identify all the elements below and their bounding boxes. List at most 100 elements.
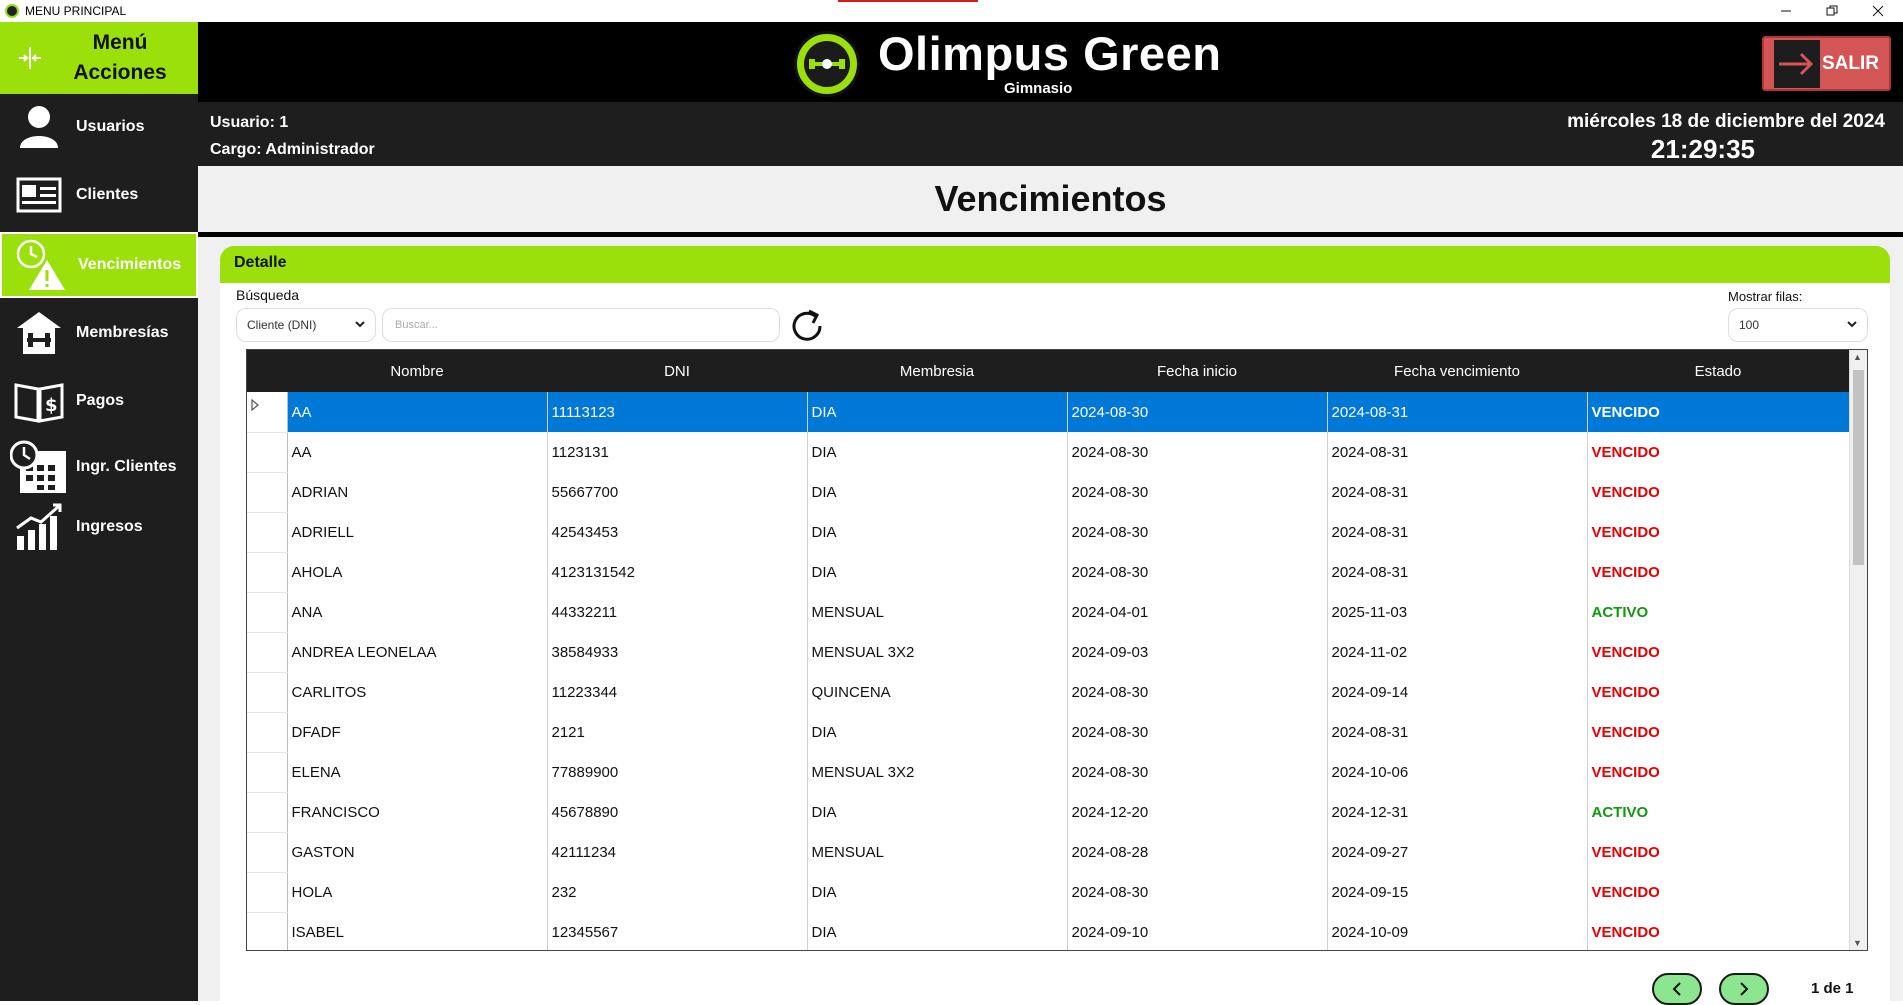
table-cell[interactable]: 38584933 (547, 632, 808, 672)
table-cell[interactable]: VENCIDO (1587, 432, 1850, 472)
table-cell[interactable]: 2024-08-31 (1327, 712, 1588, 752)
table-cell[interactable]: VENCIDO (1587, 392, 1850, 432)
table-cell[interactable]: 2024-09-03 (1067, 632, 1328, 672)
table-cell[interactable]: 2024-08-30 (1067, 552, 1328, 592)
table-cell[interactable]: VENCIDO (1587, 672, 1850, 712)
table-cell[interactable]: VENCIDO (1587, 872, 1850, 912)
table-cell[interactable]: DIA (807, 712, 1068, 752)
table-cell[interactable]: MENSUAL (807, 592, 1068, 632)
table-cell[interactable]: 1123131 (547, 432, 808, 472)
table-row[interactable]: GASTON 42111234 MENSUAL 2024-08-28 2024-09-2… (247, 832, 1850, 873)
table-cell[interactable]: DIA (807, 432, 1068, 472)
table-cell[interactable]: 2024-08-30 (1067, 432, 1328, 472)
table-cell[interactable]: VENCIDO (1587, 632, 1850, 672)
table-cell[interactable]: DIA (807, 552, 1068, 592)
sidebar-item-ingr-clientes[interactable]: Ingr. Clientes (0, 434, 198, 500)
row-header[interactable] (247, 712, 288, 753)
table-cell[interactable]: FRANCISCO (287, 792, 548, 832)
table-cell[interactable]: 2024-08-31 (1327, 552, 1588, 592)
table-cell[interactable]: DIA (807, 512, 1068, 552)
restore-icon[interactable] (1809, 0, 1855, 22)
table-cell[interactable]: 2024-11-02 (1327, 632, 1588, 672)
table-cell[interactable]: AHOLA (287, 552, 548, 592)
column-header[interactable]: DNI (547, 350, 807, 392)
table-row[interactable]: ELENA 77889900 MENSUAL 3X2 2024-08-30 2024-1… (247, 752, 1850, 793)
table-cell[interactable]: 2024-08-30 (1067, 392, 1328, 432)
table-cell[interactable]: 11223344 (547, 672, 808, 712)
table-cell[interactable]: 2024-08-30 (1067, 752, 1328, 792)
table-cell[interactable]: VENCIDO (1587, 912, 1850, 950)
table-cell[interactable]: 2024-08-31 (1327, 432, 1588, 472)
row-header[interactable] (247, 592, 288, 633)
table-cell[interactable]: 42111234 (547, 832, 808, 872)
table-cell[interactable]: 2121 (547, 712, 808, 752)
table-cell[interactable]: AA (287, 392, 548, 432)
table-cell[interactable]: VENCIDO (1587, 472, 1850, 512)
table-cell[interactable]: ADRIELL (287, 512, 548, 552)
row-header[interactable] (247, 512, 288, 553)
table-row[interactable]: DFADF 2121 DIA 2024-08-30 2024-08-31 VENCIDO (247, 712, 1850, 753)
table-cell[interactable]: VENCIDO (1587, 712, 1850, 752)
table-cell[interactable]: 2024-09-10 (1067, 912, 1328, 950)
row-header[interactable] (247, 432, 288, 473)
table-row[interactable]: FRANCISCO 45678890 DIA 2024-12-20 2024-12-31… (247, 792, 1850, 833)
scroll-down-icon[interactable]: ▼ (1853, 938, 1862, 948)
sidebar-item-vencimientos[interactable]: Vencimientos (0, 232, 198, 298)
column-header[interactable]: Nombre (287, 350, 547, 392)
table-row[interactable]: ANA 44332211 MENSUAL 2024-04-01 2025-11-03 AC… (247, 592, 1850, 633)
table-cell[interactable]: 4123131542 (547, 552, 808, 592)
table-cell[interactable]: 2024-08-30 (1067, 672, 1328, 712)
expirations-table[interactable]: Nombre DNI Membresia Fecha inicio Fecha … (246, 349, 1868, 951)
table-cell[interactable]: 12345567 (547, 912, 808, 950)
table-cell[interactable]: 2024-09-15 (1327, 872, 1588, 912)
sidebar-item-usuarios[interactable]: Usuarios (0, 94, 198, 160)
table-cell[interactable]: 77889900 (547, 752, 808, 792)
table-cell[interactable]: 2024-08-31 (1327, 392, 1588, 432)
table-cell[interactable]: ANDREA LEONELAA (287, 632, 548, 672)
table-cell[interactable]: DIA (807, 872, 1068, 912)
table-cell[interactable]: 11113123 (547, 392, 808, 432)
table-cell[interactable]: 44332211 (547, 592, 808, 632)
table-cell[interactable]: DIA (807, 472, 1068, 512)
scroll-up-icon[interactable]: ▲ (1853, 352, 1862, 362)
table-row[interactable]: ANDREA LEONELAA 38584933 MENSUAL 3X2 2024-0… (247, 632, 1850, 673)
table-row[interactable]: ADRIAN 55667700 DIA 2024-08-30 2024-08-31 VEN… (247, 472, 1850, 513)
table-cell[interactable]: 55667700 (547, 472, 808, 512)
sidebar-header[interactable]: Menú Acciones (0, 22, 198, 94)
table-cell[interactable]: GASTON (287, 832, 548, 872)
row-header[interactable] (247, 872, 288, 913)
row-header[interactable] (247, 832, 288, 873)
exit-button[interactable]: SALIR (1762, 36, 1891, 91)
collapse-icon[interactable] (0, 45, 60, 71)
row-header[interactable] (247, 792, 288, 833)
table-cell[interactable]: 2024-12-20 (1067, 792, 1328, 832)
table-cell[interactable]: QUINCENA (807, 672, 1068, 712)
sidebar-item-clientes[interactable]: Clientes (0, 162, 198, 228)
search-input[interactable]: Buscar... (382, 308, 780, 342)
sidebar-item-membresias[interactable]: Membresías (0, 300, 198, 366)
table-cell[interactable]: 2024-09-14 (1327, 672, 1588, 712)
table-cell[interactable]: MENSUAL 3X2 (807, 752, 1068, 792)
table-cell[interactable]: 2024-08-30 (1067, 472, 1328, 512)
table-cell[interactable]: HOLA (287, 872, 548, 912)
table-cell[interactable]: 2024-10-09 (1327, 912, 1588, 950)
table-cell[interactable]: 2024-08-31 (1327, 512, 1588, 552)
table-cell[interactable]: VENCIDO (1587, 832, 1850, 872)
table-cell[interactable]: 2024-10-06 (1327, 752, 1588, 792)
table-cell[interactable]: VENCIDO (1587, 552, 1850, 592)
scrollbar-thumb[interactable] (1853, 370, 1864, 565)
table-cell[interactable]: VENCIDO (1587, 752, 1850, 792)
row-header[interactable] (247, 632, 288, 673)
column-header[interactable]: Estado (1587, 350, 1849, 392)
table-row[interactable]: AA 11113123 DIA 2024-08-30 2024-08-31 VENCIDO (247, 392, 1850, 433)
table-cell[interactable]: MENSUAL (807, 832, 1068, 872)
row-header[interactable] (247, 392, 288, 433)
table-row[interactable]: CARLITOS 11223344 QUINCENA 2024-08-30 2024-0… (247, 672, 1850, 713)
refresh-icon[interactable] (785, 305, 829, 347)
close-icon[interactable] (1855, 0, 1901, 22)
table-row[interactable]: HOLA 232 DIA 2024-08-30 2024-09-15 VENCIDO (247, 872, 1850, 913)
table-cell[interactable]: 2024-08-28 (1067, 832, 1328, 872)
table-cell[interactable]: ADRIAN (287, 472, 548, 512)
previous-page-button[interactable] (1652, 973, 1702, 1005)
row-header[interactable] (247, 752, 288, 793)
